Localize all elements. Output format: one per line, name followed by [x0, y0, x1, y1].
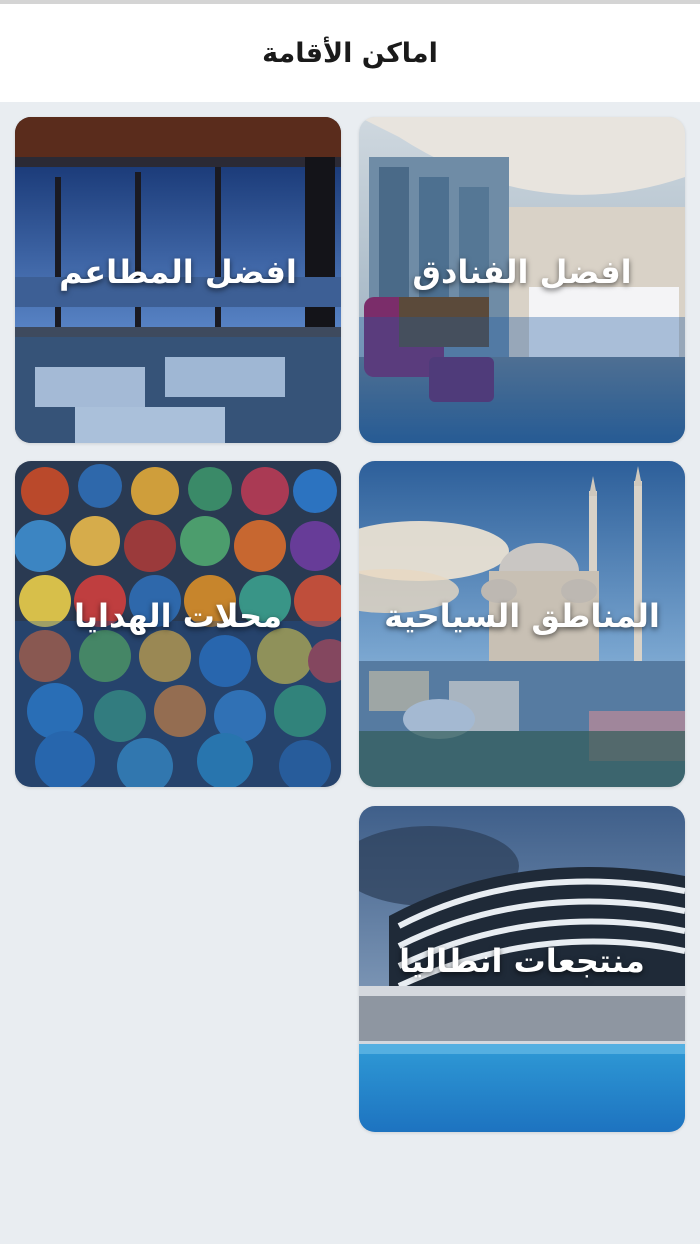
- card-label-tourist-areas: المناطق السياحية: [384, 597, 660, 635]
- card-label-gift-shops: محلات الهدايا: [73, 597, 283, 635]
- card-best-restaurants[interactable]: افضل المطاعم: [15, 117, 341, 443]
- card-label-antalya-resorts: منتجعات انطاليا: [399, 942, 645, 980]
- app-header: اماكن الأقامة: [0, 4, 700, 102]
- card-antalya-resorts[interactable]: منتجعات انطاليا: [359, 806, 685, 1132]
- page-title: اماكن الأقامة: [262, 37, 438, 69]
- card-tourist-areas[interactable]: المناطق السياحية: [359, 461, 685, 787]
- card-gift-shops[interactable]: محلات الهدايا: [15, 461, 341, 787]
- card-label-hotels: افضل الفنادق: [412, 253, 632, 291]
- card-best-hotels[interactable]: افضل الفنادق: [359, 117, 685, 443]
- card-label-restaurants: افضل المطاعم: [59, 253, 297, 291]
